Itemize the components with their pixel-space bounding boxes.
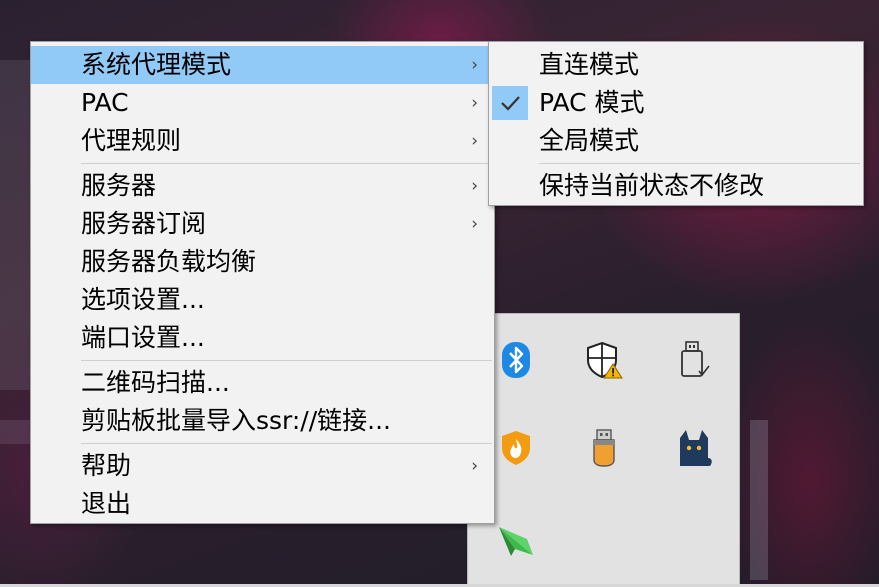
menu-item-server-subscription[interactable]: 服务器订阅 › <box>31 205 494 243</box>
menu-item-label: 代理规则 <box>81 126 182 155</box>
cat-icon[interactable] <box>674 426 714 470</box>
menu-separator <box>81 443 492 444</box>
checkmark-icon <box>492 86 528 120</box>
tray-overflow-panel <box>467 313 740 587</box>
menu-item-label: 二维码扫描... <box>81 368 230 397</box>
menu-item-label: 服务器负载均衡 <box>81 247 257 276</box>
submenu-item-pac-mode[interactable]: PAC 模式 <box>489 84 863 122</box>
menu-item-label: 退出 <box>81 489 132 518</box>
submenu-item-direct-mode[interactable]: 直连模式 <box>489 46 863 84</box>
submenu-arrow-icon: › <box>471 214 478 234</box>
context-menu: 系统代理模式 › PAC › 代理规则 › 服务器 › 服务器订阅 › 服务器负… <box>30 41 495 524</box>
windows-security-warning-icon[interactable] <box>584 338 624 382</box>
menu-item-label: 选项设置... <box>81 285 205 314</box>
shield-flame-icon[interactable] <box>496 426 536 470</box>
usb-drive-icon[interactable] <box>674 338 714 382</box>
wallpaper-highlight <box>0 60 30 390</box>
menu-item-port-settings[interactable]: 端口设置... <box>31 319 494 357</box>
bluetooth-icon[interactable] <box>496 338 536 382</box>
menu-item-label: 服务器 <box>81 171 157 200</box>
menu-item-help[interactable]: 帮助 › <box>31 447 494 485</box>
wallpaper-highlight <box>750 420 768 580</box>
menu-item-label: 全局模式 <box>539 126 640 155</box>
menu-item-exit[interactable]: 退出 <box>31 485 494 523</box>
submenu-arrow-icon: › <box>471 131 478 151</box>
menu-item-label: 直连模式 <box>539 50 640 79</box>
menu-item-clipboard-import[interactable]: 剪贴板批量导入ssr://链接... <box>31 402 494 440</box>
submenu-item-global-mode[interactable]: 全局模式 <box>489 122 863 160</box>
menu-item-pac[interactable]: PAC › <box>31 84 494 122</box>
menu-item-qr-scan[interactable]: 二维码扫描... <box>31 364 494 402</box>
menu-item-label: 端口设置... <box>81 323 205 352</box>
submenu-arrow-icon: › <box>471 176 478 196</box>
submenu-item-keep-current[interactable]: 保持当前状态不修改 <box>489 167 863 205</box>
submenu-arrow-icon: › <box>471 456 478 476</box>
menu-item-label: 系统代理模式 <box>81 50 232 79</box>
menu-item-label: 服务器订阅 <box>81 209 207 238</box>
menu-item-label: PAC <box>81 88 129 117</box>
submenu-arrow-icon: › <box>471 55 478 75</box>
menu-item-servers[interactable]: 服务器 › <box>31 167 494 205</box>
menu-separator <box>539 163 860 164</box>
paper-plane-icon[interactable] <box>496 518 536 562</box>
menu-separator <box>81 360 492 361</box>
menu-item-label: 剪贴板批量导入ssr://链接... <box>81 406 391 435</box>
menu-item-proxy-rules[interactable]: 代理规则 › <box>31 122 494 160</box>
menu-separator <box>81 163 492 164</box>
menu-item-options[interactable]: 选项设置... <box>31 281 494 319</box>
proxy-mode-submenu: 直连模式 PAC 模式 全局模式 保持当前状态不修改 <box>488 41 864 206</box>
menu-item-label: 保持当前状态不修改 <box>539 171 765 200</box>
menu-item-label: 帮助 <box>81 451 132 480</box>
menu-item-system-proxy-mode[interactable]: 系统代理模式 › <box>31 46 494 84</box>
menu-item-load-balance[interactable]: 服务器负载均衡 <box>31 243 494 281</box>
submenu-arrow-icon: › <box>471 93 478 113</box>
menu-item-label: PAC 模式 <box>539 88 645 117</box>
usb-stick-icon[interactable] <box>584 426 624 470</box>
